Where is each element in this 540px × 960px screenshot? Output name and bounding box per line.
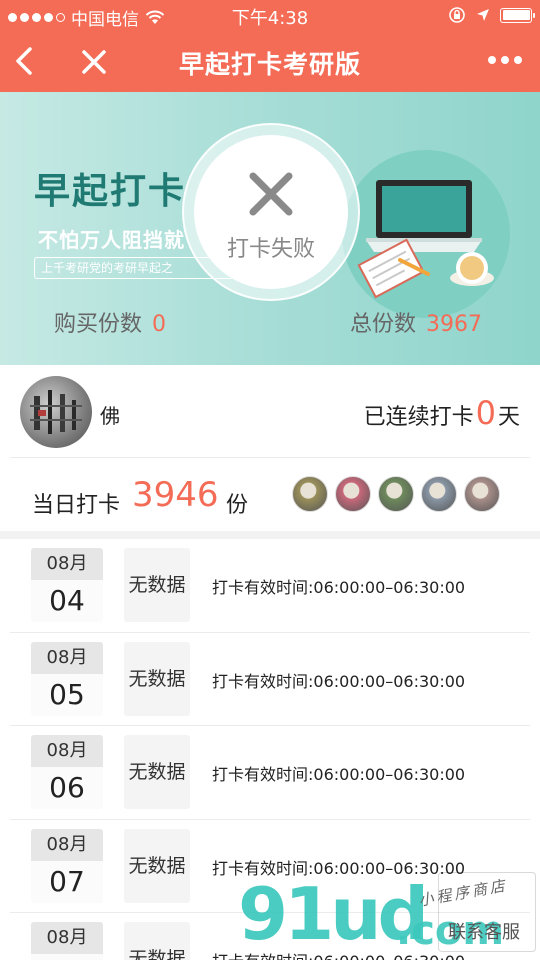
battery-icon [500, 7, 535, 23]
participant-avatar[interactable] [378, 476, 414, 512]
total-value: 3967 [426, 312, 483, 337]
divider [10, 457, 530, 458]
record-valid-time: 打卡有效时间:06:00:00–06:30:00 [212, 671, 466, 691]
user-row: 佛 已连续打卡 0 天 [0, 366, 540, 458]
checkin-button-inner: 打卡失败 [194, 135, 348, 289]
date-badge: 08月 04 [31, 548, 103, 622]
date-day: 07 [49, 864, 85, 898]
today-row: 当日打卡 3946 份 [0, 459, 540, 531]
date-month: 08月 [31, 735, 103, 767]
date-day: 05 [49, 677, 85, 711]
avatar[interactable] [20, 376, 92, 448]
laptop-icon [357, 180, 494, 299]
purchased-value: 0 [152, 312, 167, 337]
banner-title: 早起打卡 [34, 170, 187, 212]
nav-bar: 早起打卡考研版 [0, 30, 540, 92]
streak-value: 0 [475, 394, 496, 432]
date-month: 08月 [31, 828, 103, 861]
participant-avatar[interactable] [335, 476, 371, 512]
record-valid-time: 打卡有效时间:06:00:00–06:30:00 [212, 578, 466, 597]
record-status: 无数据 [124, 735, 190, 809]
record-row: 08月 07 无数据 打卡有效时间:06:00:00–06:30:00 [0, 820, 540, 913]
avatar-image [30, 390, 82, 434]
record-status: 无数据 [124, 641, 190, 716]
checkin-status-text: 打卡失败 [226, 237, 315, 262]
status-right [448, 6, 535, 24]
checkin-button[interactable]: 打卡失败 [182, 123, 360, 301]
record-status: 无数据 [124, 922, 190, 960]
section-gap [0, 531, 540, 539]
participant-avatar[interactable] [464, 476, 500, 512]
more-icon[interactable] [488, 56, 522, 64]
record-status: 无数据 [124, 548, 190, 622]
page-title: 早起打卡考研版 [178, 50, 361, 79]
record-status: 无数据 [124, 828, 190, 903]
username: 佛 [100, 404, 120, 428]
record-row: 08月 06 无数据 打卡有效时间:06:00:00–06:30:00 [0, 726, 540, 820]
record-valid-time: 打卡有效时间:06:00:00–06:30:00 [212, 858, 466, 878]
date-badge: 08月 [31, 922, 103, 960]
date-badge: 08月 06 [31, 735, 103, 809]
streak-prefix: 已连续打卡 [363, 405, 474, 430]
laptop-illustration [342, 150, 510, 318]
purchased-stat: 购买份数 0 [54, 306, 166, 338]
fail-x-icon [249, 172, 293, 216]
participant-avatar[interactable] [292, 476, 328, 512]
purchased-label: 购买份数 [54, 312, 143, 337]
rotation-lock-icon [449, 7, 465, 23]
checkin-records: 08月 04 无数据 打卡有效时间:06:00:00–06:30:00 08月 05 无数据… [0, 539, 540, 960]
status-bar: 中国电信 下午4:38 [0, 0, 540, 30]
record-valid-time: 打卡有效时间:06:00:00–06:30:00 [212, 765, 466, 784]
today-label: 当日打卡 [32, 493, 121, 518]
record-row: 08月 04 无数据 打卡有效时间:06:00:00–06:30:00 [0, 539, 540, 633]
date-day: 06 [49, 771, 85, 804]
date-day: 04 [49, 584, 85, 617]
record-row: 08月无数据打卡有效时间:06:00:00–06:30:00 [0, 913, 540, 960]
record-valid-time: 打卡有效时间:06:00:00–06:30:00 [212, 948, 465, 960]
page: 中国电信 下午4:38 早起打卡考研版 早起打卡 不怕万人阻挡就 上千考研党的考… [0, 0, 540, 960]
total-stat: 总份数 3967 [350, 306, 482, 338]
total-label: 总份数 [350, 312, 417, 337]
date-month: 08月 [31, 641, 103, 674]
streak-suffix: 天 [497, 405, 520, 430]
participant-avatars[interactable] [292, 476, 500, 512]
today-count: 3946 [132, 475, 219, 515]
record-row: 08月 05 无数据 打卡有效时间:06:00:00–06:30:00 [0, 633, 540, 726]
banner-slogan: 不怕万人阻挡就 [38, 228, 185, 252]
date-month: 08月 [31, 548, 103, 580]
today-unit: 份 [226, 493, 249, 518]
participant-avatar[interactable] [421, 476, 457, 512]
date-month: 08月 [31, 922, 103, 954]
date-badge: 08月 07 [31, 828, 103, 903]
streak-counter: 已连续打卡 0 天 [364, 394, 520, 432]
date-badge: 08月 05 [31, 641, 103, 716]
location-icon [477, 9, 489, 21]
